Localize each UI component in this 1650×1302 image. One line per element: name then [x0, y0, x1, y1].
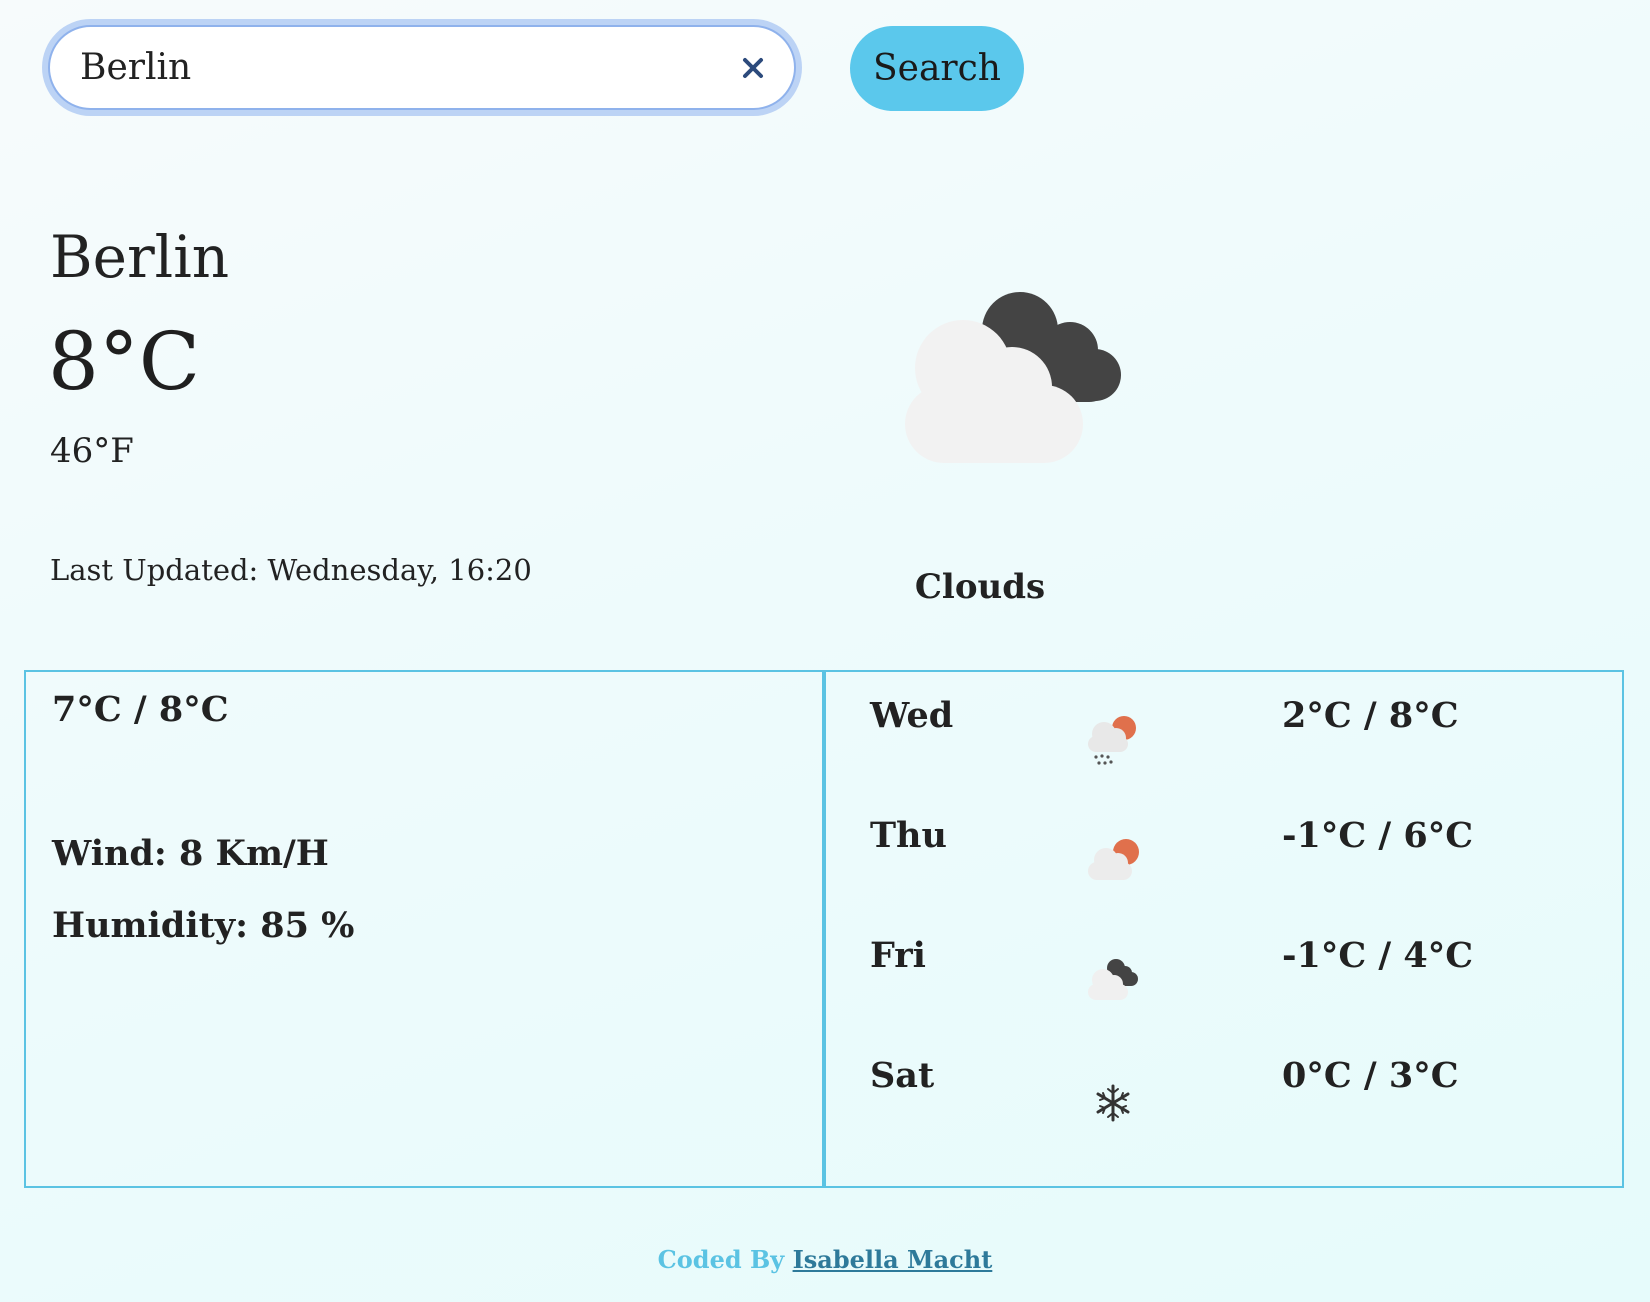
forecast-day: Sat	[870, 1055, 935, 1096]
wind-speed: Wind: 8 Km/H	[52, 833, 329, 874]
footer: Coded By Isabella Macht	[0, 1248, 1650, 1272]
city-name: Berlin	[50, 223, 230, 291]
snowflake-icon	[1096, 1084, 1130, 1122]
forecast-row: Sat 0°C / 3°C	[826, 1032, 1622, 1142]
weather-description: Clouds	[914, 567, 1046, 607]
forecast-temp: -1°C / 6°C	[1282, 815, 1474, 856]
forecast-temp: 2°C / 8°C	[1282, 695, 1459, 736]
forecast-row: Thu -1°C / 6°C	[826, 792, 1622, 902]
broken-clouds-icon	[905, 292, 1121, 463]
today-min-max: 7°C / 8°C	[52, 689, 229, 730]
forecast-day: Thu	[870, 815, 947, 856]
rain-sun-icon	[1088, 716, 1136, 765]
author-link[interactable]: Isabella Macht	[793, 1245, 993, 1274]
humidity: Humidity: 85 %	[52, 905, 355, 946]
forecast-panel: Wed 2°C / 8°C Thu -1°C / 6°C Fri -1°C / …	[824, 670, 1624, 1188]
search-input[interactable]	[80, 27, 680, 108]
footer-prefix: Coded By	[657, 1245, 785, 1274]
last-updated: Last Updated: Wednesday, 16:20	[50, 553, 532, 587]
current-temp-celsius: 8°C	[48, 315, 201, 408]
current-temp-fahrenheit: 46°F	[50, 431, 134, 471]
search-field-box	[48, 25, 796, 110]
partly-cloudy-icon	[1088, 839, 1139, 880]
forecast-day: Wed	[870, 695, 954, 736]
today-details-panel: 7°C / 8°C Wind: 8 Km/H Humidity: 85 %	[24, 670, 824, 1188]
forecast-temp: 0°C / 3°C	[1282, 1055, 1459, 1096]
forecast-row: Wed 2°C / 8°C	[826, 672, 1622, 782]
broken-clouds-icon	[1088, 959, 1138, 1000]
clear-icon[interactable]	[740, 55, 766, 81]
forecast-temp: -1°C / 4°C	[1282, 935, 1474, 976]
forecast-row: Fri -1°C / 4°C	[826, 912, 1622, 1022]
search-bar	[42, 19, 802, 116]
forecast-day: Fri	[870, 935, 926, 976]
search-button[interactable]: Search	[850, 26, 1024, 111]
